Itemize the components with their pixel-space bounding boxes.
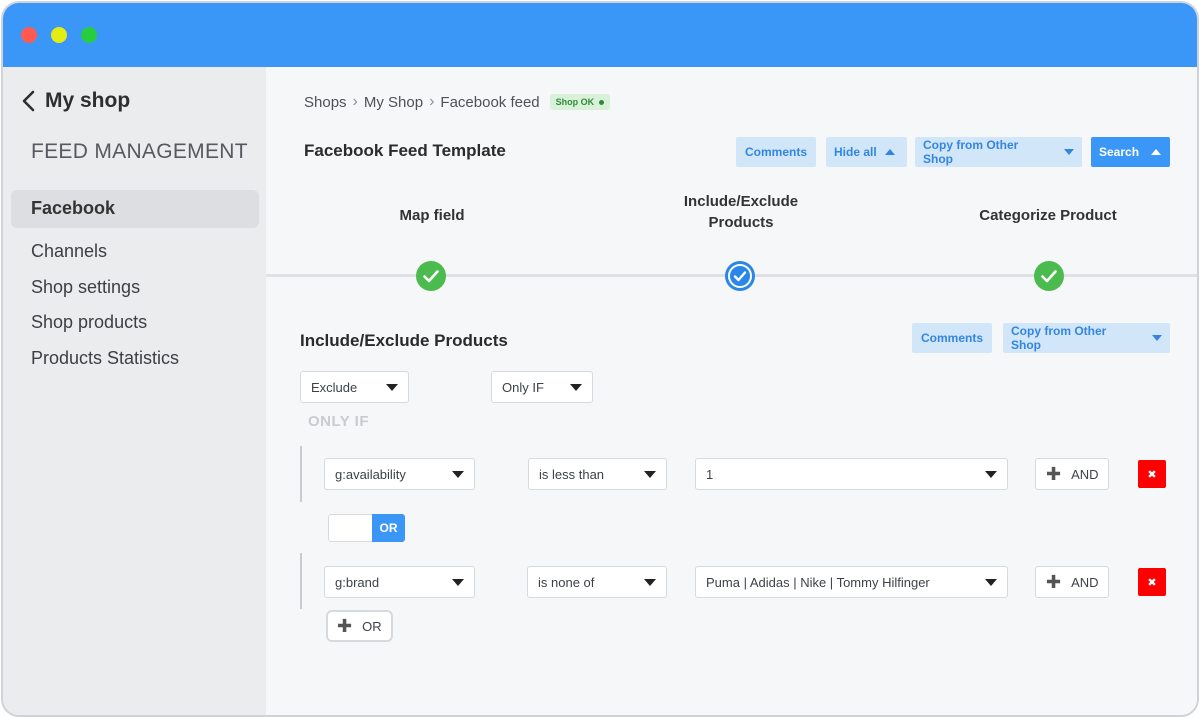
section-title: Include/Exclude Products xyxy=(300,331,508,350)
check-circle-icon[interactable] xyxy=(1034,261,1064,291)
search-button[interactable]: Search xyxy=(1091,137,1170,167)
sidebar-item-shop-settings[interactable]: Shop settings xyxy=(31,277,140,298)
title-bar xyxy=(3,3,1197,67)
copy-from-other-shop-button[interactable]: Copy from Other Shop xyxy=(915,137,1082,167)
condition-operator-value: is less than xyxy=(539,466,605,482)
status-dot-icon xyxy=(599,99,605,105)
condition-value: 1 xyxy=(706,466,714,482)
page-title: Facebook Feed Template xyxy=(304,141,506,160)
add-and-button[interactable]: ✚ AND xyxy=(1035,458,1109,490)
or-toggle-off xyxy=(328,514,372,542)
hide-all-button[interactable]: Hide all xyxy=(826,137,907,167)
condition-type-select[interactable]: Only IF xyxy=(491,371,593,403)
caret-down-icon xyxy=(452,578,464,586)
caret-down-icon xyxy=(570,383,582,391)
caret-down-icon xyxy=(386,383,398,391)
section-comments-label: Comments xyxy=(920,331,983,345)
or-toggle[interactable]: OR xyxy=(328,514,405,542)
caret-up-icon xyxy=(884,149,895,155)
close-icon: ✖ xyxy=(1147,576,1157,589)
condition-value: Puma | Adidas | Nike | Tommy Hilfinger xyxy=(706,574,930,590)
condition-value-select[interactable]: 1 xyxy=(695,458,1008,490)
condition-field-value: g:availability xyxy=(335,466,406,482)
breadcrumb: Shops › My Shop › Facebook feed Shop OK xyxy=(304,93,611,111)
condition-field-select[interactable]: g:availability xyxy=(324,458,475,490)
sidebar: My shop FEED MANAGEMENT Facebook Channel… xyxy=(3,67,266,715)
caret-down-icon xyxy=(644,470,656,478)
section-comments-button[interactable]: Comments xyxy=(912,323,992,353)
section-copy-from-other-shop-button[interactable]: Copy from Other Shop xyxy=(1003,323,1170,353)
delete-condition-button[interactable]: ✖ xyxy=(1138,568,1166,596)
sidebar-item-facebook[interactable]: Facebook xyxy=(11,190,259,228)
sidebar-item-shop-products[interactable]: Shop products xyxy=(31,312,147,333)
caret-down-icon xyxy=(1064,149,1074,155)
caret-down-icon xyxy=(985,470,997,478)
app-window: My shop FEED MANAGEMENT Facebook Channel… xyxy=(1,1,1199,717)
feed-management-heading: FEED MANAGEMENT xyxy=(31,140,248,163)
copy-from-other-shop-label: Copy from Other Shop xyxy=(923,138,1019,166)
add-and-label: AND xyxy=(1071,574,1099,590)
back-link[interactable]: My shop xyxy=(21,89,130,113)
current-step-check-icon[interactable] xyxy=(725,261,755,291)
close-icon[interactable] xyxy=(21,27,37,43)
condition-operator-select[interactable]: is less than xyxy=(528,458,667,490)
delete-condition-button[interactable]: ✖ xyxy=(1138,460,1166,488)
chevron-right-icon: › xyxy=(352,93,358,110)
condition-operator-select[interactable]: is none of xyxy=(527,566,667,598)
condition-type-value: Only IF xyxy=(502,379,544,395)
status-badge-label: Shop OK xyxy=(555,97,595,107)
section-copy-from-label: Copy from Other Shop xyxy=(1011,324,1107,352)
caret-down-icon xyxy=(985,578,997,586)
check-circle-icon[interactable] xyxy=(416,261,446,291)
step-include-exclude-line2: Products xyxy=(708,214,774,231)
caret-up-icon xyxy=(1151,149,1162,155)
condition-value-select[interactable]: Puma | Adidas | Nike | Tommy Hilfinger xyxy=(695,566,1008,598)
condition-operator-value: is none of xyxy=(538,574,595,590)
step-include-exclude-line1: Include/Exclude xyxy=(683,193,799,210)
comments-button-label: Comments xyxy=(744,145,807,159)
breadcrumb-shops[interactable]: Shops xyxy=(304,94,347,111)
include-exclude-select[interactable]: Exclude xyxy=(300,371,409,403)
main-content: Shops › My Shop › Facebook feed Shop OK … xyxy=(266,67,1197,715)
status-badge: Shop OK xyxy=(549,94,611,110)
condition-field-select[interactable]: g:brand xyxy=(324,566,475,598)
caret-down-icon xyxy=(1152,335,1162,341)
step-categorize-label: Categorize Product xyxy=(979,207,1117,224)
condition-group-bar xyxy=(300,446,302,502)
only-if-label: ONLY IF xyxy=(308,413,370,430)
caret-down-icon xyxy=(644,578,656,586)
close-icon: ✖ xyxy=(1147,468,1157,481)
comments-button[interactable]: Comments xyxy=(736,137,816,167)
hide-all-button-label: Hide all xyxy=(834,145,877,159)
plus-icon: ✚ xyxy=(1046,572,1062,592)
or-toggle-label: OR xyxy=(372,514,405,542)
chevron-right-icon: › xyxy=(429,93,435,110)
add-and-label: AND xyxy=(1071,466,1099,482)
breadcrumb-my-shop[interactable]: My Shop xyxy=(364,94,423,111)
chevron-left-icon xyxy=(22,90,35,112)
sidebar-item-products-statistics[interactable]: Products Statistics xyxy=(31,348,179,369)
condition-group-bar xyxy=(300,553,302,609)
step-map-field-label: Map field xyxy=(399,207,465,224)
step-include-exclude-label: Include/Exclude Products xyxy=(661,191,821,233)
add-and-button[interactable]: ✚ AND xyxy=(1035,566,1109,598)
minimize-icon[interactable] xyxy=(51,27,67,43)
add-or-label: OR xyxy=(362,618,382,634)
breadcrumb-facebook-feed: Facebook feed xyxy=(440,93,540,111)
condition-field-value: g:brand xyxy=(335,574,380,590)
sidebar-item-channels[interactable]: Channels xyxy=(31,241,107,262)
add-or-button[interactable]: ✚ OR xyxy=(326,610,393,642)
search-button-label: Search xyxy=(1099,145,1140,159)
plus-icon: ✚ xyxy=(337,616,353,636)
plus-icon: ✚ xyxy=(1046,464,1062,484)
maximize-icon[interactable] xyxy=(81,27,97,43)
include-exclude-value: Exclude xyxy=(311,379,358,395)
caret-down-icon xyxy=(452,470,464,478)
shop-title: My shop xyxy=(45,89,131,112)
